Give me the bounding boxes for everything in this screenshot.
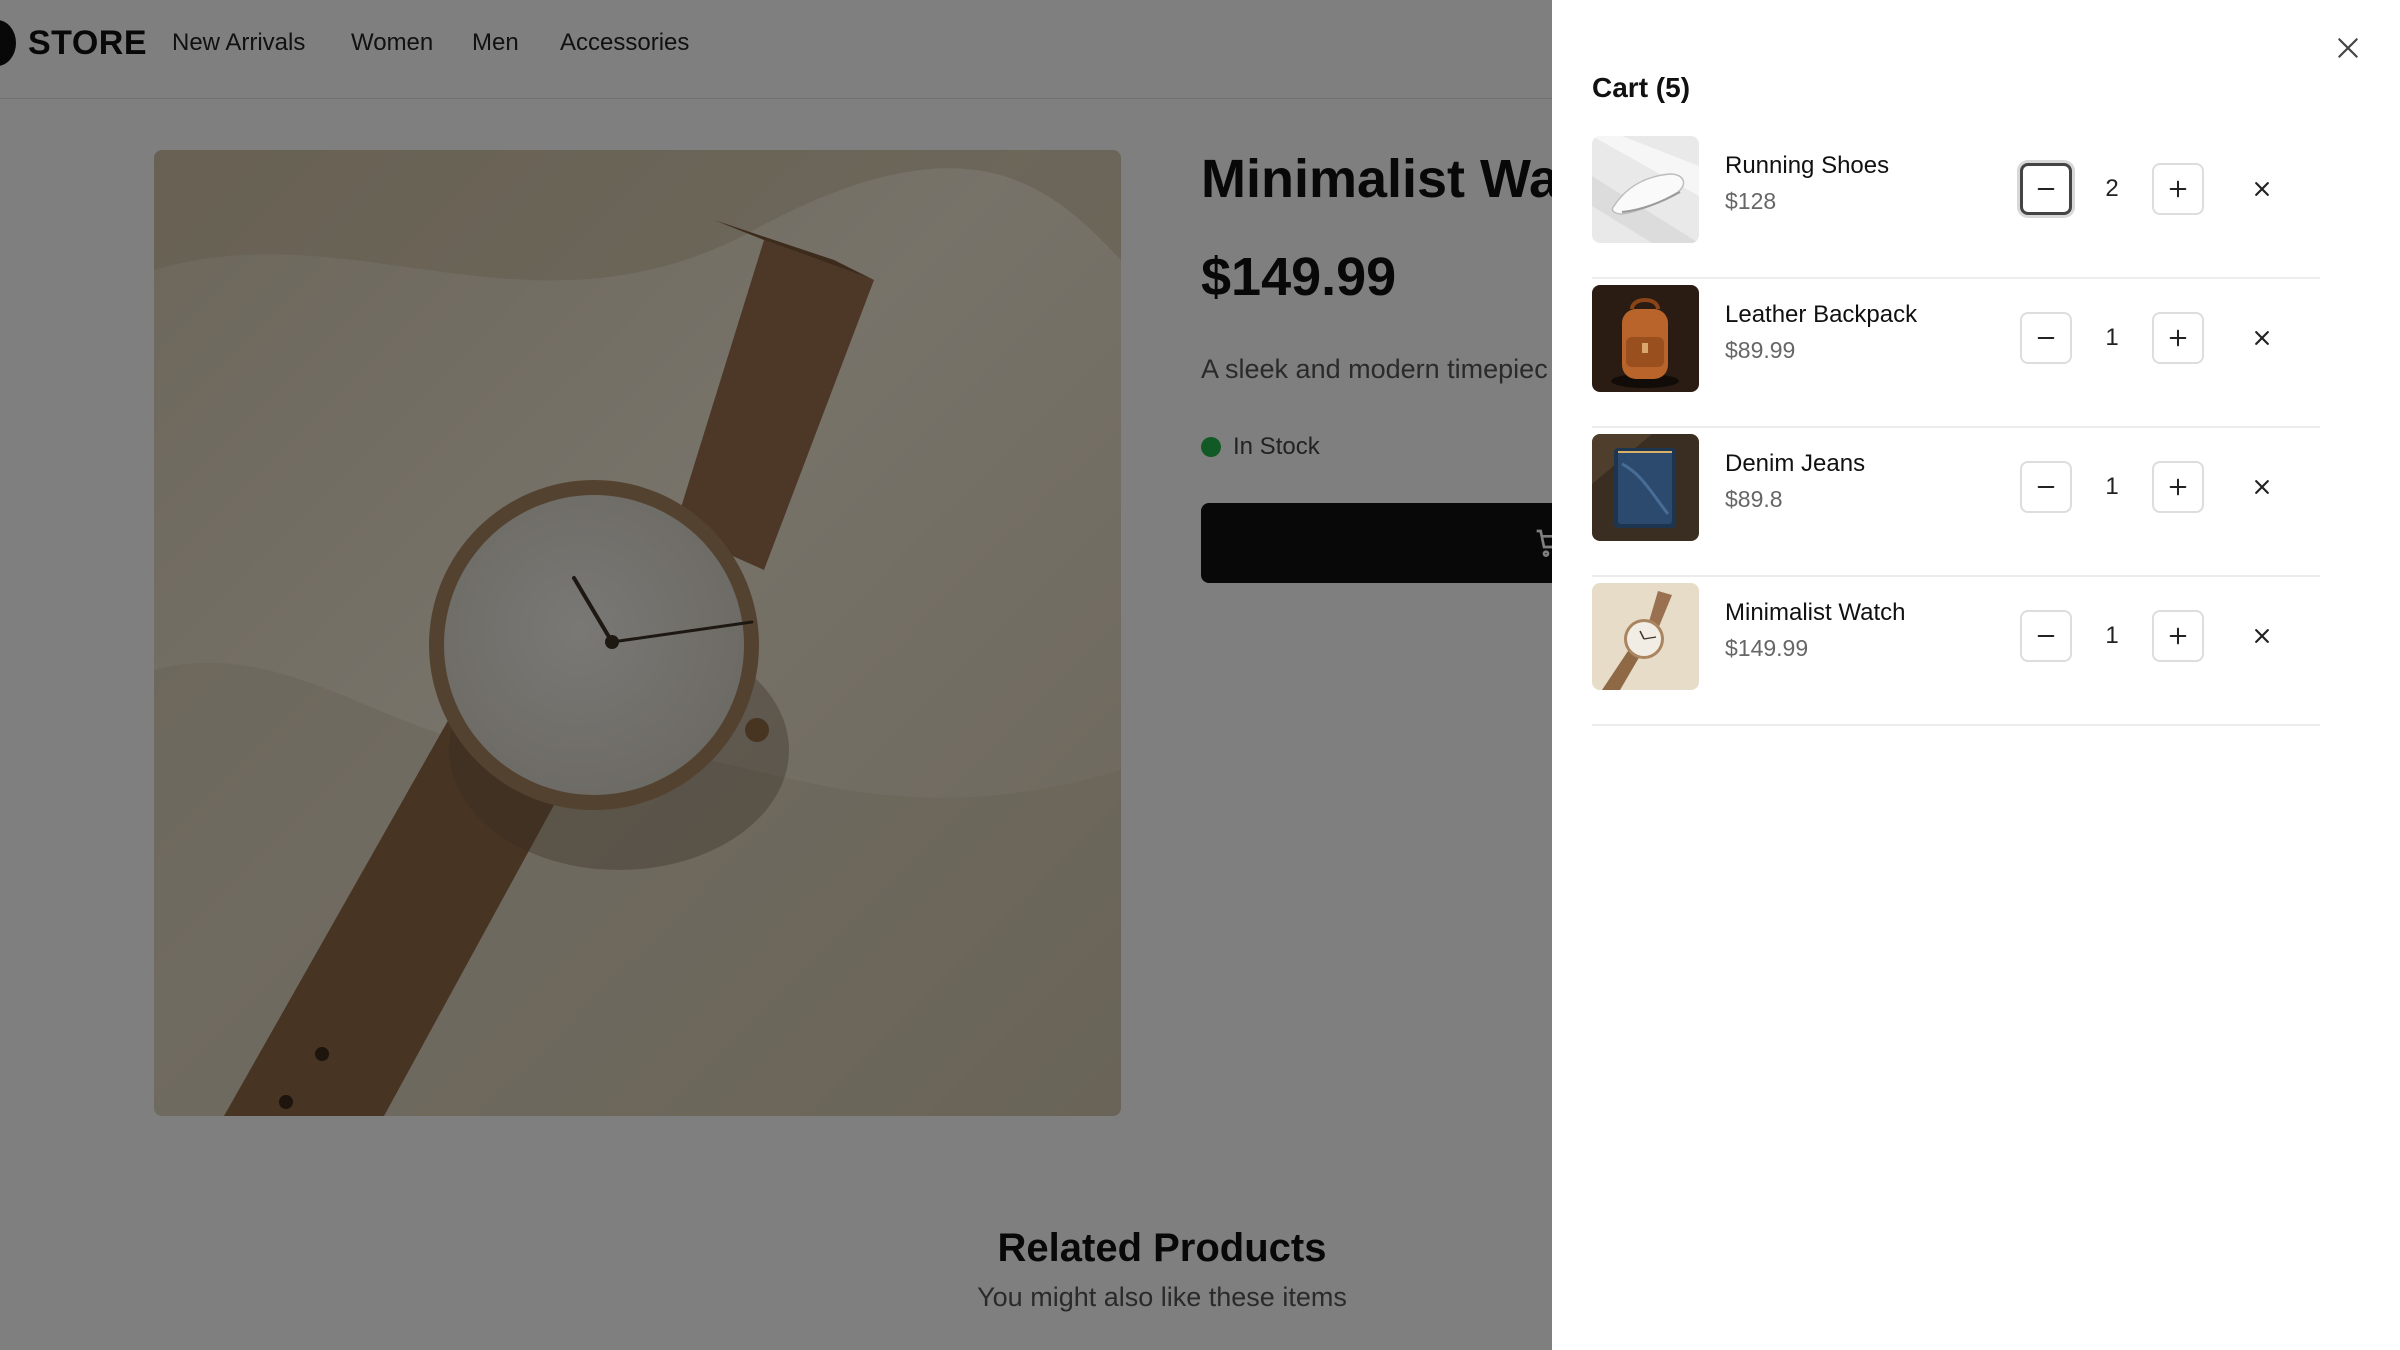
- cart-item-price: $128: [1725, 188, 1777, 214]
- running-shoes-thumbnail[interactable]: [1592, 136, 1699, 243]
- minus-icon: [2035, 476, 2057, 498]
- plus-icon: [2167, 476, 2189, 498]
- minus-icon: [2035, 327, 2057, 349]
- remove-item-button[interactable]: [2248, 324, 2276, 352]
- remove-icon: [2252, 626, 2272, 646]
- minus-icon: [2035, 178, 2057, 200]
- denim-jeans-thumbnail[interactable]: [1592, 434, 1699, 541]
- remove-item-button[interactable]: [2248, 473, 2276, 501]
- cart-item-name: Running Shoes: [1725, 152, 1890, 179]
- remove-item-button[interactable]: [2248, 175, 2276, 203]
- increase-quantity-button[interactable]: [2152, 163, 2204, 215]
- close-icon: [2335, 35, 2361, 61]
- remove-icon: [2252, 477, 2272, 497]
- remove-icon: [2252, 328, 2272, 348]
- quantity-value: 1: [2105, 622, 2119, 649]
- increase-quantity-button[interactable]: [2152, 312, 2204, 364]
- cart-item: Denim Jeans $89.8 1: [1592, 428, 2320, 577]
- minus-icon: [2035, 625, 2057, 647]
- cart-item-price: $89.8: [1725, 486, 1783, 512]
- increase-quantity-button[interactable]: [2152, 461, 2204, 513]
- quantity-value: 1: [2105, 473, 2119, 500]
- cart-drawer: Cart (5) Running Shoes $128 2 Leather Ba…: [1552, 0, 2400, 1350]
- cart-item-name: Leather Backpack: [1725, 301, 1918, 328]
- cart-item-price: $89.99: [1725, 337, 1796, 363]
- cart-title: Cart (5): [1592, 72, 1691, 103]
- remove-item-button[interactable]: [2248, 622, 2276, 650]
- increase-quantity-button[interactable]: [2152, 610, 2204, 662]
- cart-item-name: Minimalist Watch: [1725, 599, 1906, 626]
- plus-icon: [2167, 327, 2189, 349]
- quantity-value: 2: [2105, 175, 2119, 202]
- plus-icon: [2167, 178, 2189, 200]
- cart-item-list: Running Shoes $128 2 Leather Backpack $8…: [1592, 130, 2320, 726]
- leather-backpack-thumbnail[interactable]: [1592, 285, 1699, 392]
- cart-item: Running Shoes $128 2: [1592, 130, 2320, 279]
- close-cart-button[interactable]: [2328, 28, 2368, 68]
- decrease-quantity-button[interactable]: [2020, 163, 2072, 215]
- decrease-quantity-button[interactable]: [2020, 312, 2072, 364]
- cart-item-name: Denim Jeans: [1725, 450, 1866, 477]
- remove-icon: [2252, 179, 2272, 199]
- cart-item: Minimalist Watch $149.99 1: [1592, 577, 2320, 726]
- decrease-quantity-button[interactable]: [2020, 610, 2072, 662]
- quantity-value: 1: [2105, 324, 2119, 351]
- decrease-quantity-button[interactable]: [2020, 461, 2072, 513]
- plus-icon: [2167, 625, 2189, 647]
- cart-item: Leather Backpack $89.99 1: [1592, 279, 2320, 428]
- cart-item-price: $149.99: [1725, 635, 1809, 661]
- minimalist-watch-thumbnail[interactable]: [1592, 583, 1699, 690]
